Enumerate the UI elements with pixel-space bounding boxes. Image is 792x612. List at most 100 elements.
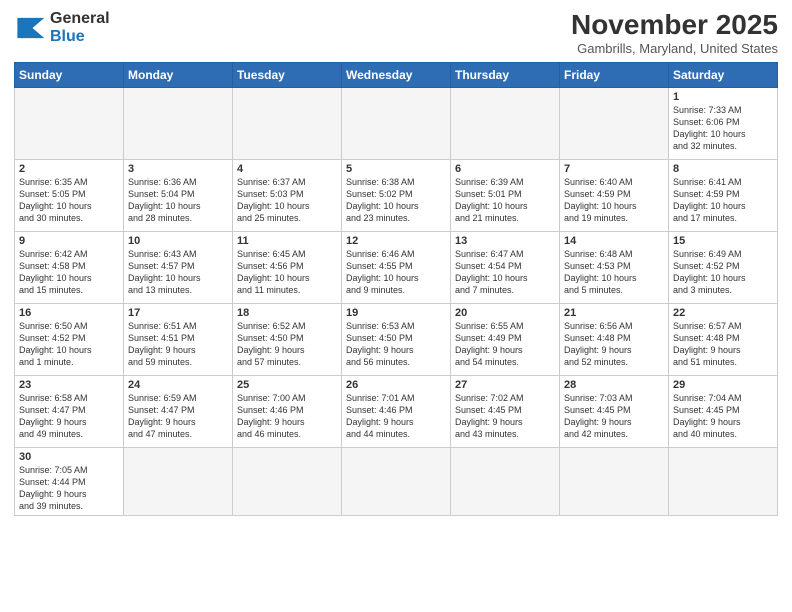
calendar-week-3: 9Sunrise: 6:42 AM Sunset: 4:58 PM Daylig… [15,231,778,303]
page: General Blue November 2025 Gambrills, Ma… [0,0,792,612]
calendar-cell: 5Sunrise: 6:38 AM Sunset: 5:02 PM Daylig… [342,159,451,231]
weekday-header-row: SundayMondayTuesdayWednesdayThursdayFrid… [15,62,778,87]
weekday-header-sunday: Sunday [15,62,124,87]
day-info: Sunrise: 6:36 AM Sunset: 5:04 PM Dayligh… [128,176,228,225]
calendar-cell [560,447,669,516]
calendar-cell: 21Sunrise: 6:56 AM Sunset: 4:48 PM Dayli… [560,303,669,375]
day-number: 17 [128,307,228,319]
day-info: Sunrise: 6:49 AM Sunset: 4:52 PM Dayligh… [673,248,773,297]
weekday-header-friday: Friday [560,62,669,87]
day-info: Sunrise: 7:03 AM Sunset: 4:45 PM Dayligh… [564,392,664,441]
calendar-cell [451,87,560,159]
calendar-cell: 1Sunrise: 7:33 AM Sunset: 6:06 PM Daylig… [669,87,778,159]
calendar-cell: 30Sunrise: 7:05 AM Sunset: 4:44 PM Dayli… [15,447,124,516]
day-info: Sunrise: 7:04 AM Sunset: 4:45 PM Dayligh… [673,392,773,441]
weekday-header-wednesday: Wednesday [342,62,451,87]
calendar-cell: 17Sunrise: 6:51 AM Sunset: 4:51 PM Dayli… [124,303,233,375]
day-number: 5 [346,163,446,175]
day-number: 20 [455,307,555,319]
day-info: Sunrise: 6:58 AM Sunset: 4:47 PM Dayligh… [19,392,119,441]
day-info: Sunrise: 6:55 AM Sunset: 4:49 PM Dayligh… [455,320,555,369]
calendar-cell [233,447,342,516]
day-number: 19 [346,307,446,319]
calendar-cell [342,87,451,159]
calendar-table: SundayMondayTuesdayWednesdayThursdayFrid… [14,62,778,517]
calendar-cell [560,87,669,159]
calendar-cell: 6Sunrise: 6:39 AM Sunset: 5:01 PM Daylig… [451,159,560,231]
day-info: Sunrise: 6:52 AM Sunset: 4:50 PM Dayligh… [237,320,337,369]
location-subtitle: Gambrills, Maryland, United States [571,41,778,56]
calendar-cell: 27Sunrise: 7:02 AM Sunset: 4:45 PM Dayli… [451,375,560,447]
title-block: November 2025 Gambrills, Maryland, Unite… [571,10,778,56]
day-info: Sunrise: 6:59 AM Sunset: 4:47 PM Dayligh… [128,392,228,441]
logo-blue: Blue [50,28,110,46]
logo-text: General Blue [50,10,110,45]
day-info: Sunrise: 7:02 AM Sunset: 4:45 PM Dayligh… [455,392,555,441]
calendar-cell [233,87,342,159]
day-info: Sunrise: 6:48 AM Sunset: 4:53 PM Dayligh… [564,248,664,297]
calendar-cell: 28Sunrise: 7:03 AM Sunset: 4:45 PM Dayli… [560,375,669,447]
weekday-header-saturday: Saturday [669,62,778,87]
logo-general: General [50,10,110,28]
calendar-cell: 10Sunrise: 6:43 AM Sunset: 4:57 PM Dayli… [124,231,233,303]
calendar-cell: 29Sunrise: 7:04 AM Sunset: 4:45 PM Dayli… [669,375,778,447]
calendar-cell: 12Sunrise: 6:46 AM Sunset: 4:55 PM Dayli… [342,231,451,303]
day-number: 30 [19,451,119,463]
day-number: 3 [128,163,228,175]
day-number: 28 [564,379,664,391]
generalblue-logo-icon [14,14,46,42]
day-info: Sunrise: 6:37 AM Sunset: 5:03 PM Dayligh… [237,176,337,225]
day-info: Sunrise: 6:42 AM Sunset: 4:58 PM Dayligh… [19,248,119,297]
calendar-cell: 16Sunrise: 6:50 AM Sunset: 4:52 PM Dayli… [15,303,124,375]
calendar-cell: 7Sunrise: 6:40 AM Sunset: 4:59 PM Daylig… [560,159,669,231]
calendar-cell: 22Sunrise: 6:57 AM Sunset: 4:48 PM Dayli… [669,303,778,375]
calendar-cell: 24Sunrise: 6:59 AM Sunset: 4:47 PM Dayli… [124,375,233,447]
day-info: Sunrise: 6:41 AM Sunset: 4:59 PM Dayligh… [673,176,773,225]
day-number: 27 [455,379,555,391]
calendar-cell: 11Sunrise: 6:45 AM Sunset: 4:56 PM Dayli… [233,231,342,303]
day-info: Sunrise: 7:00 AM Sunset: 4:46 PM Dayligh… [237,392,337,441]
calendar-week-5: 23Sunrise: 6:58 AM Sunset: 4:47 PM Dayli… [15,375,778,447]
day-number: 14 [564,235,664,247]
day-number: 11 [237,235,337,247]
calendar-cell: 20Sunrise: 6:55 AM Sunset: 4:49 PM Dayli… [451,303,560,375]
day-info: Sunrise: 7:33 AM Sunset: 6:06 PM Dayligh… [673,104,773,153]
day-info: Sunrise: 7:05 AM Sunset: 4:44 PM Dayligh… [19,464,119,513]
calendar-cell: 25Sunrise: 7:00 AM Sunset: 4:46 PM Dayli… [233,375,342,447]
day-info: Sunrise: 6:45 AM Sunset: 4:56 PM Dayligh… [237,248,337,297]
calendar-week-2: 2Sunrise: 6:35 AM Sunset: 5:05 PM Daylig… [15,159,778,231]
day-number: 16 [19,307,119,319]
calendar-cell: 23Sunrise: 6:58 AM Sunset: 4:47 PM Dayli… [15,375,124,447]
calendar-cell [342,447,451,516]
day-number: 21 [564,307,664,319]
day-number: 12 [346,235,446,247]
weekday-header-tuesday: Tuesday [233,62,342,87]
day-info: Sunrise: 7:01 AM Sunset: 4:46 PM Dayligh… [346,392,446,441]
weekday-header-monday: Monday [124,62,233,87]
calendar-cell: 15Sunrise: 6:49 AM Sunset: 4:52 PM Dayli… [669,231,778,303]
day-number: 13 [455,235,555,247]
calendar-cell: 8Sunrise: 6:41 AM Sunset: 4:59 PM Daylig… [669,159,778,231]
header: General Blue November 2025 Gambrills, Ma… [14,10,778,56]
day-info: Sunrise: 6:46 AM Sunset: 4:55 PM Dayligh… [346,248,446,297]
calendar-week-4: 16Sunrise: 6:50 AM Sunset: 4:52 PM Dayli… [15,303,778,375]
day-number: 23 [19,379,119,391]
day-number: 26 [346,379,446,391]
day-number: 10 [128,235,228,247]
day-number: 18 [237,307,337,319]
day-number: 9 [19,235,119,247]
day-info: Sunrise: 6:51 AM Sunset: 4:51 PM Dayligh… [128,320,228,369]
day-info: Sunrise: 6:43 AM Sunset: 4:57 PM Dayligh… [128,248,228,297]
day-info: Sunrise: 6:57 AM Sunset: 4:48 PM Dayligh… [673,320,773,369]
calendar-cell [124,447,233,516]
calendar-cell: 13Sunrise: 6:47 AM Sunset: 4:54 PM Dayli… [451,231,560,303]
calendar-cell [124,87,233,159]
calendar-cell: 9Sunrise: 6:42 AM Sunset: 4:58 PM Daylig… [15,231,124,303]
calendar-cell: 19Sunrise: 6:53 AM Sunset: 4:50 PM Dayli… [342,303,451,375]
month-title: November 2025 [571,10,778,41]
calendar-cell: 4Sunrise: 6:37 AM Sunset: 5:03 PM Daylig… [233,159,342,231]
day-info: Sunrise: 6:38 AM Sunset: 5:02 PM Dayligh… [346,176,446,225]
calendar-cell [669,447,778,516]
day-number: 1 [673,91,773,103]
calendar-cell: 2Sunrise: 6:35 AM Sunset: 5:05 PM Daylig… [15,159,124,231]
